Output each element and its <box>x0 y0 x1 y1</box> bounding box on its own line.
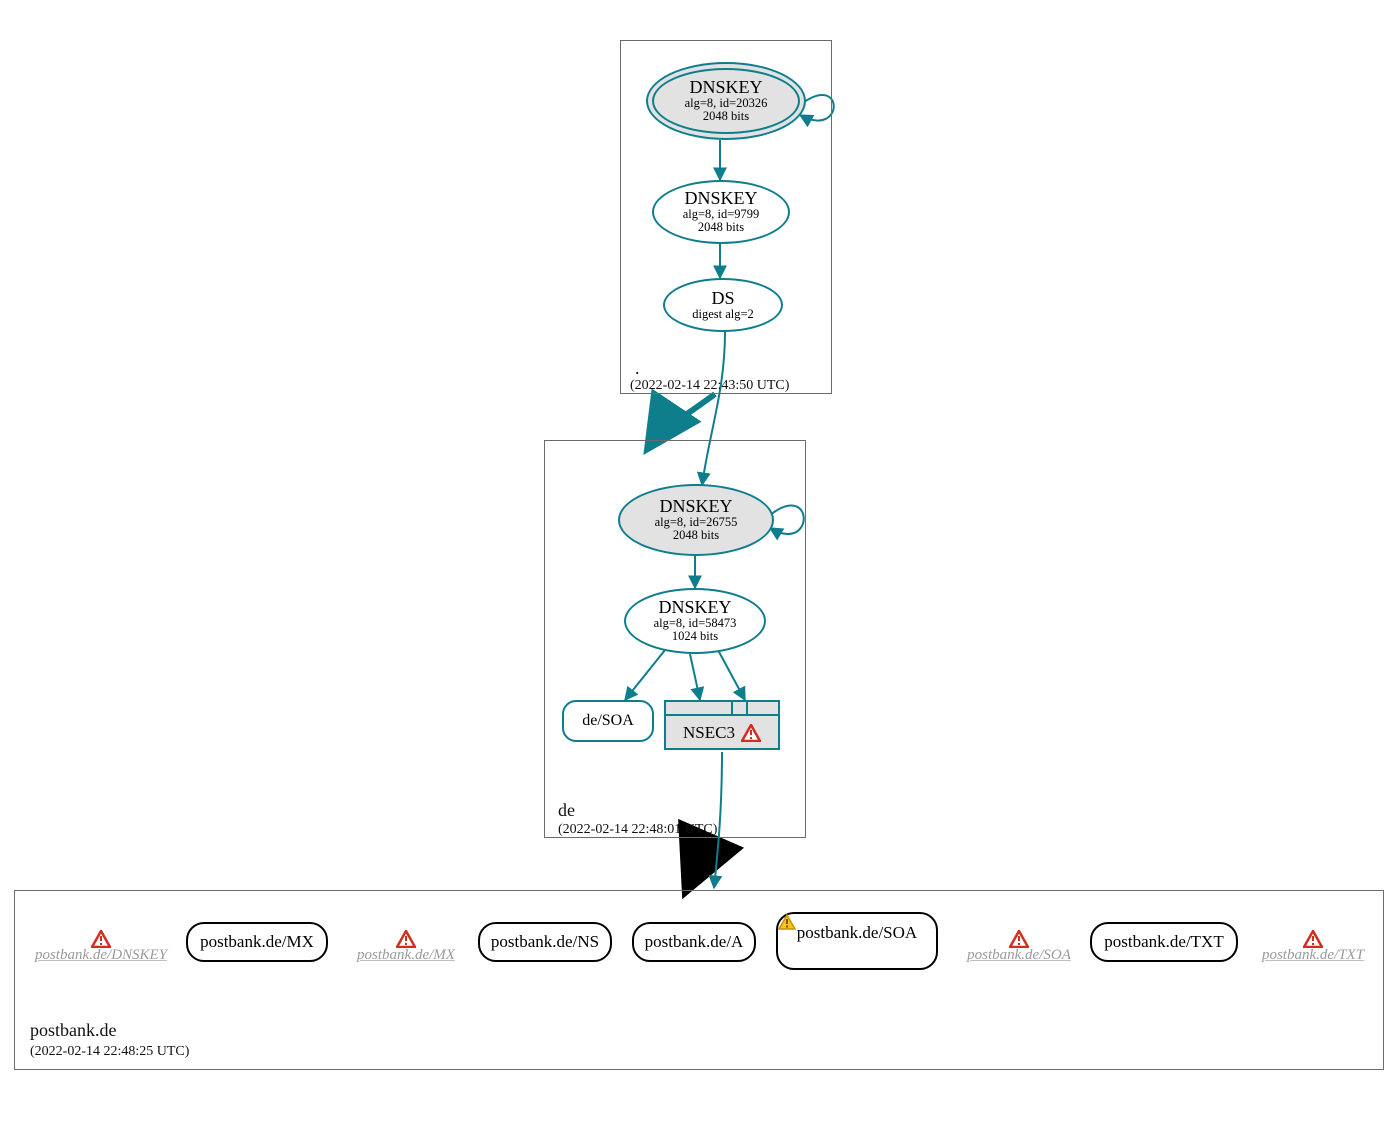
dnssec-graph: . (2022-02-14 22:43:50 UTC) DNSKEY alg=8… <box>0 0 1396 1126</box>
postbank-a-label: postbank.de/A <box>645 933 744 952</box>
root-ds-alg: digest alg=2 <box>692 308 754 321</box>
de-soa-label: de/SOA <box>582 712 634 730</box>
postbank-txt-ghost: postbank.de/TXT <box>1248 920 1378 974</box>
de-dnskey-ksk-title: DNSKEY <box>659 497 732 516</box>
postbank-ns: postbank.de/NS <box>478 922 612 962</box>
postbank-mx-label: postbank.de/MX <box>200 933 314 952</box>
zone-root-label: . <box>635 358 640 379</box>
root-ds-title: DS <box>711 289 734 308</box>
warning-icon <box>396 930 416 948</box>
postbank-dnskey-ghost-label: postbank.de/DNSKEY <box>35 948 167 964</box>
root-dnskey-zsk-title: DNSKEY <box>684 189 757 208</box>
postbank-soa-ghost: postbank.de/SOA <box>954 920 1084 974</box>
postbank-mx: postbank.de/MX <box>186 922 328 962</box>
de-nsec3-label: NSEC3 <box>683 723 735 743</box>
warning-icon <box>1009 930 1029 948</box>
postbank-mx-ghost: postbank.de/MX <box>346 920 466 974</box>
postbank-dnskey-ghost: postbank.de/DNSKEY <box>26 920 176 974</box>
de-soa: de/SOA <box>562 700 654 742</box>
postbank-a: postbank.de/A <box>632 922 756 962</box>
postbank-ns-label: postbank.de/NS <box>491 933 599 952</box>
root-dnskey-ksk-bits: 2048 bits <box>703 110 749 123</box>
de-dnskey-ksk-bits: 2048 bits <box>673 529 719 542</box>
de-dnskey-zsk-bits: 1024 bits <box>672 630 718 643</box>
postbank-soa: postbank.de/SOA <box>776 912 938 970</box>
zone-postbank <box>14 890 1384 1070</box>
root-dnskey-ksk: DNSKEY alg=8, id=20326 2048 bits <box>646 62 806 140</box>
de-nsec3: NSEC3 <box>664 700 780 750</box>
root-dnskey-zsk-bits: 2048 bits <box>698 221 744 234</box>
root-dnskey-ksk-title: DNSKEY <box>689 78 762 97</box>
postbank-txt-label: postbank.de/TXT <box>1104 933 1223 952</box>
de-dnskey-zsk: DNSKEY alg=8, id=58473 1024 bits <box>624 588 766 654</box>
warning-icon <box>1303 930 1323 948</box>
postbank-soa-label: postbank.de/SOA <box>797 924 917 943</box>
postbank-soa-ghost-label: postbank.de/SOA <box>967 948 1071 964</box>
root-ds: DS digest alg=2 <box>663 278 783 332</box>
postbank-txt: postbank.de/TXT <box>1090 922 1238 962</box>
de-dnskey-ksk: DNSKEY alg=8, id=26755 2048 bits <box>618 484 774 556</box>
postbank-txt-ghost-label: postbank.de/TXT <box>1262 948 1364 964</box>
zone-postbank-timestamp: (2022-02-14 22:48:25 UTC) <box>30 1044 189 1060</box>
postbank-mx-ghost-label: postbank.de/MX <box>357 948 455 964</box>
warning-icon <box>91 930 111 948</box>
zone-de-timestamp: (2022-02-14 22:48:01 UTC) <box>558 822 717 838</box>
zone-postbank-label: postbank.de <box>30 1020 116 1041</box>
de-dnskey-zsk-title: DNSKEY <box>658 598 731 617</box>
warning-yellow-icon <box>848 942 866 958</box>
root-dnskey-zsk: DNSKEY alg=8, id=9799 2048 bits <box>652 180 790 244</box>
zone-de-label: de <box>558 800 575 821</box>
warning-icon <box>741 724 761 742</box>
zone-root-timestamp: (2022-02-14 22:43:50 UTC) <box>630 378 789 394</box>
